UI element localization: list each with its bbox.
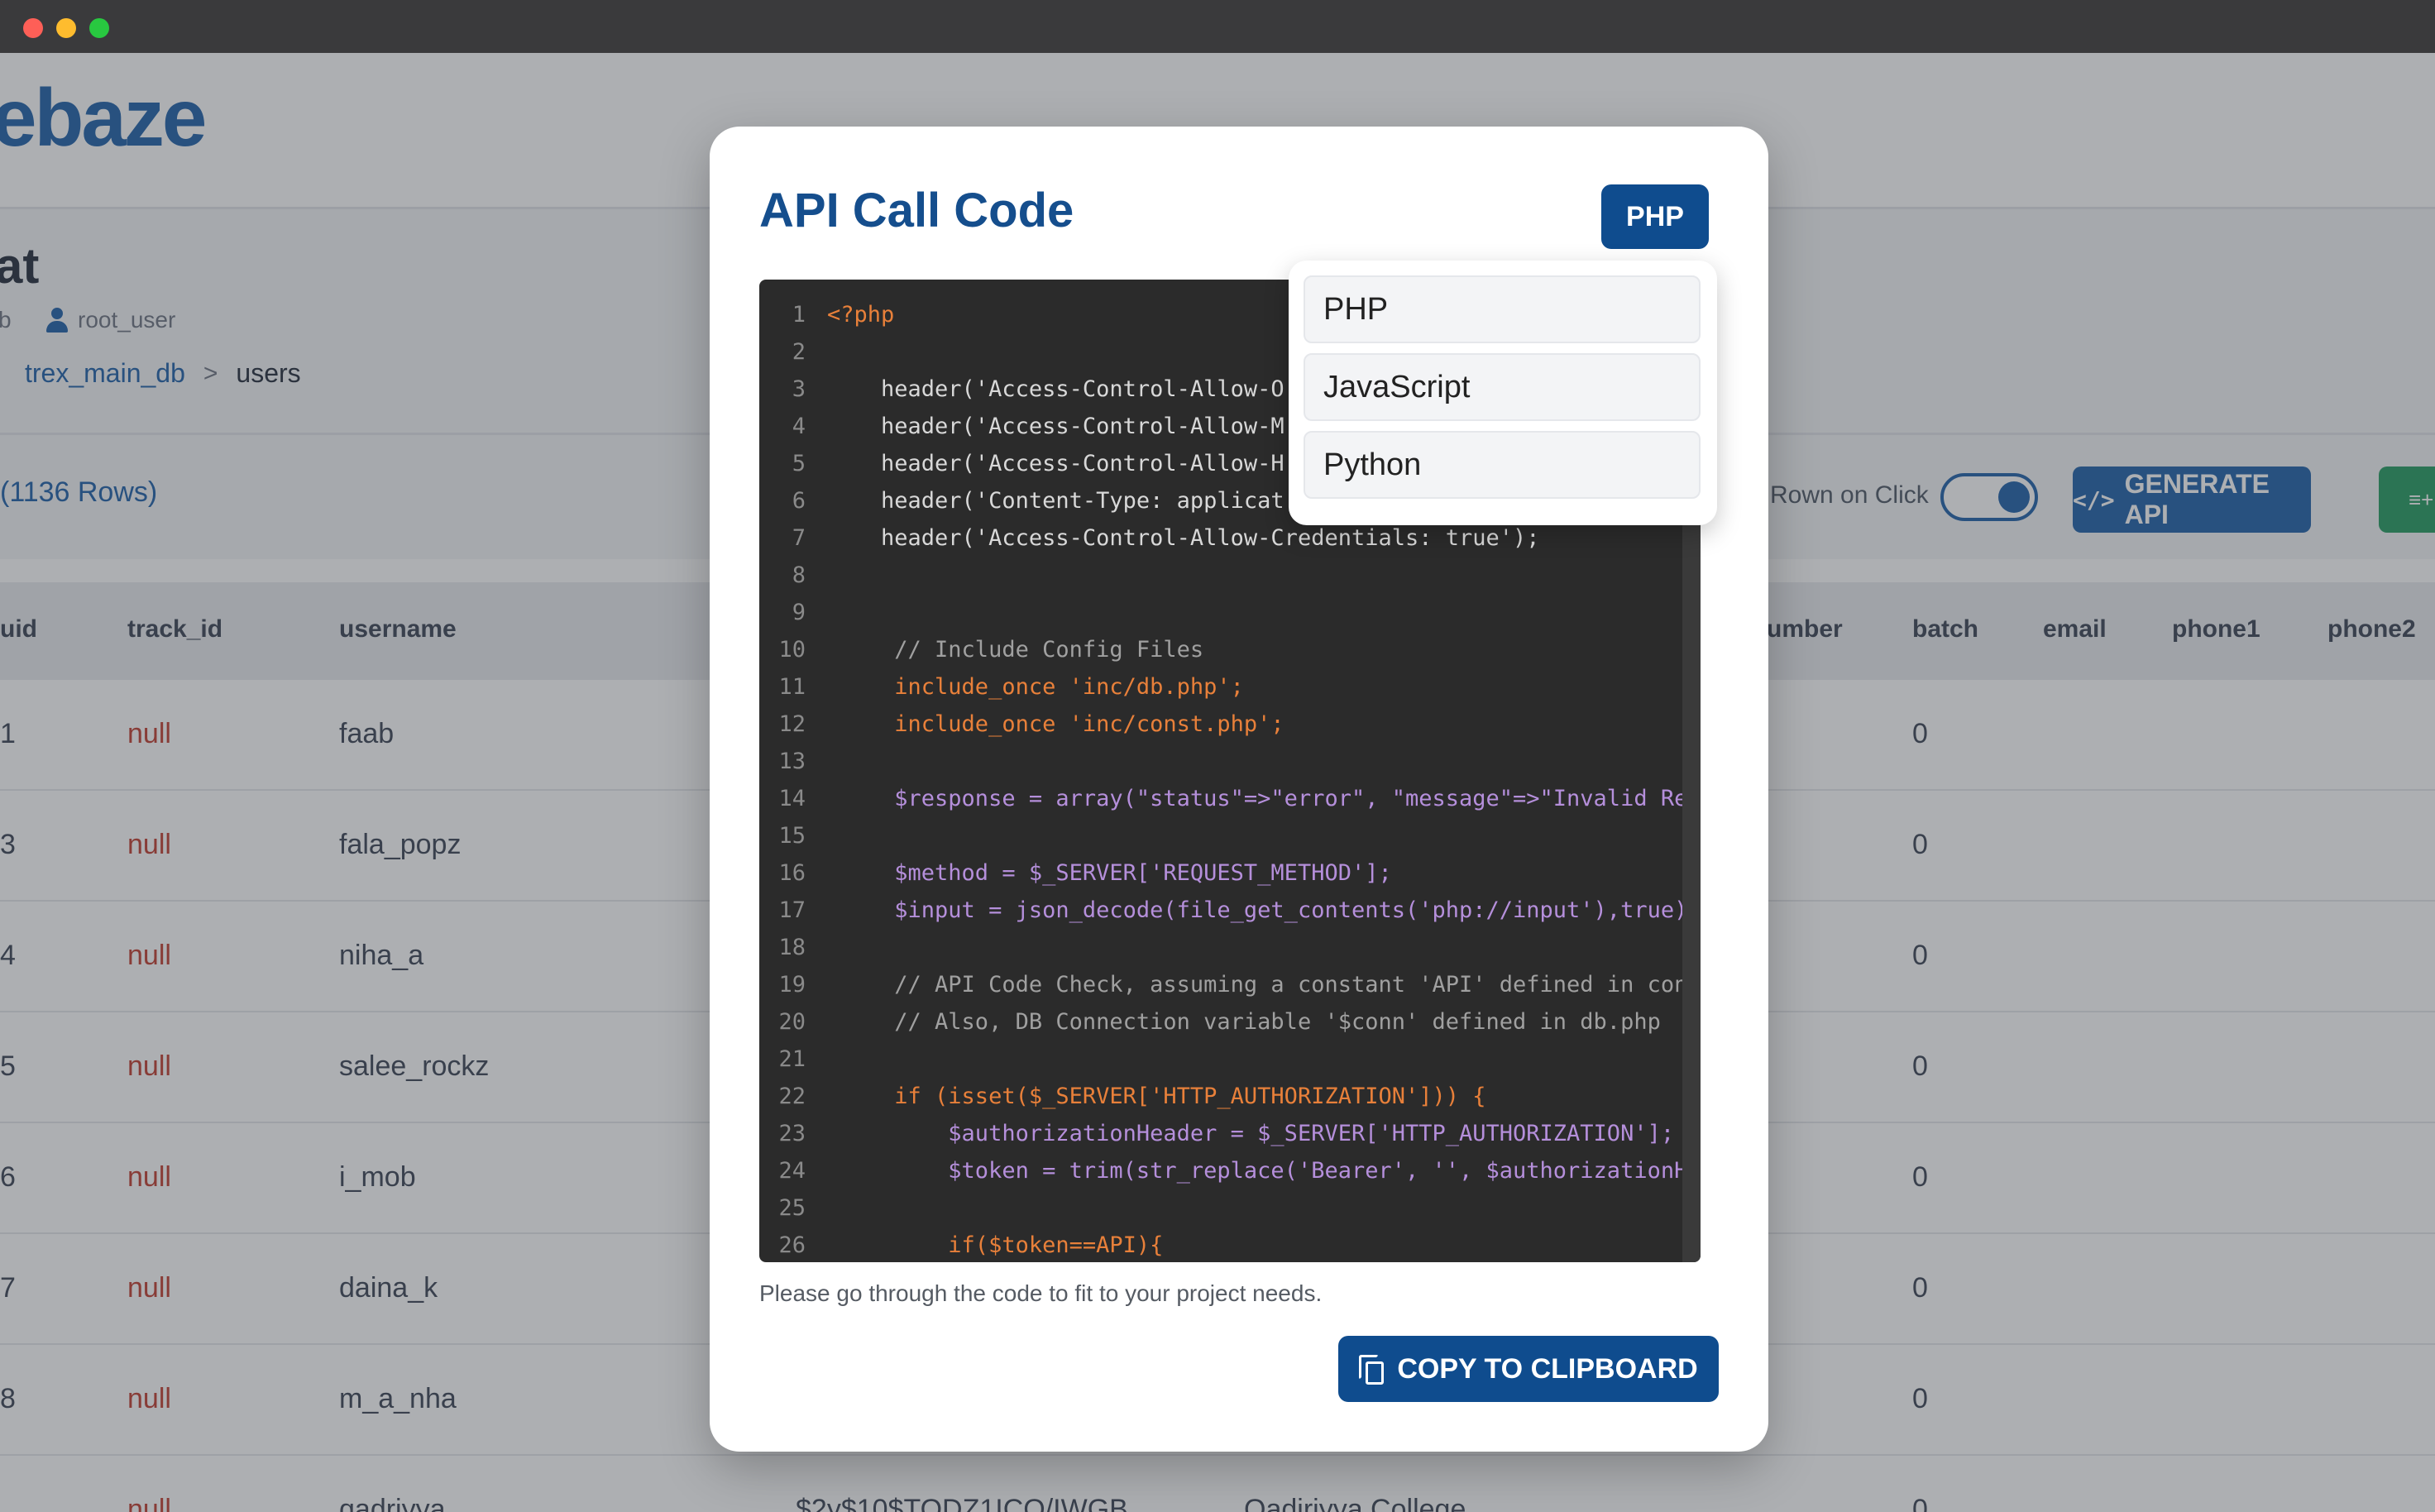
code-line: 3 header('Access-Control-Allow-O — [792, 376, 1284, 402]
api-call-code-modal: API Call Code PHP 1 <?php 2 3 header('Acc… — [710, 127, 1768, 1452]
window-titlebar — [0, 0, 2435, 53]
code-line: 5 header('Access-Control-Allow-H — [792, 451, 1284, 476]
language-select-button[interactable]: PHP — [1601, 184, 1709, 249]
code-line: 9 — [792, 600, 806, 625]
maximize-window-button[interactable] — [89, 18, 109, 38]
copy-to-clipboard-button[interactable]: COPY TO CLIPBOARD — [1338, 1336, 1719, 1402]
language-option-python[interactable]: Python — [1304, 431, 1701, 499]
modal-note: Please go through the code to fit to you… — [759, 1280, 1323, 1306]
code-line: 18 — [778, 935, 806, 960]
code-line: 1 <?php — [792, 302, 895, 328]
code-line: 6 header('Content-Type: applicat — [792, 488, 1284, 514]
language-dropdown-menu: PHP JavaScript Python — [1289, 261, 1717, 525]
close-window-button[interactable] — [23, 18, 43, 38]
language-option-javascript[interactable]: JavaScript — [1304, 353, 1701, 421]
copy-icon — [1359, 1355, 1385, 1385]
code-line: 16 $method = $_SERVER['REQUEST_METHOD']; — [778, 860, 1392, 886]
code-line: 26 if($token==API){ — [778, 1232, 1164, 1258]
code-line: 8 — [792, 562, 806, 588]
code-line: 4 header('Access-Control-Allow-M — [792, 414, 1284, 439]
code-line: 23 $authorizationHeader = $_SERVER['HTTP… — [778, 1121, 1675, 1146]
code-line: 21 — [778, 1046, 806, 1072]
code-line: 22 if (isset($_SERVER['HTTP_AUTHORIZATIO… — [778, 1084, 1486, 1109]
code-line: 24 $token = trim(str_replace('Bearer', '… — [778, 1158, 1701, 1184]
copy-to-clipboard-label: COPY TO CLIPBOARD — [1397, 1352, 1698, 1385]
code-line: 13 — [778, 749, 806, 774]
code-line: 25 — [778, 1195, 806, 1221]
language-option-php[interactable]: PHP — [1304, 275, 1701, 343]
code-line: 20 // Also, DB Connection variable '$con… — [778, 1009, 1661, 1035]
code-line: 12 include_once 'inc/const.php'; — [778, 711, 1284, 737]
code-line: 14 $response = array("status"=>"error", … — [778, 786, 1701, 811]
code-line: 11 include_once 'inc/db.php'; — [778, 674, 1244, 700]
code-line: 10 // Include Config Files — [778, 637, 1204, 663]
modal-title: API Call Code — [759, 184, 1074, 237]
code-line: 19 // API Code Check, assuming a constan… — [778, 972, 1701, 998]
minimize-window-button[interactable] — [56, 18, 76, 38]
code-line: 15 — [778, 823, 806, 849]
code-line: 2 — [792, 339, 806, 365]
code-line: 17 $input = json_decode(file_get_content… — [778, 897, 1701, 923]
